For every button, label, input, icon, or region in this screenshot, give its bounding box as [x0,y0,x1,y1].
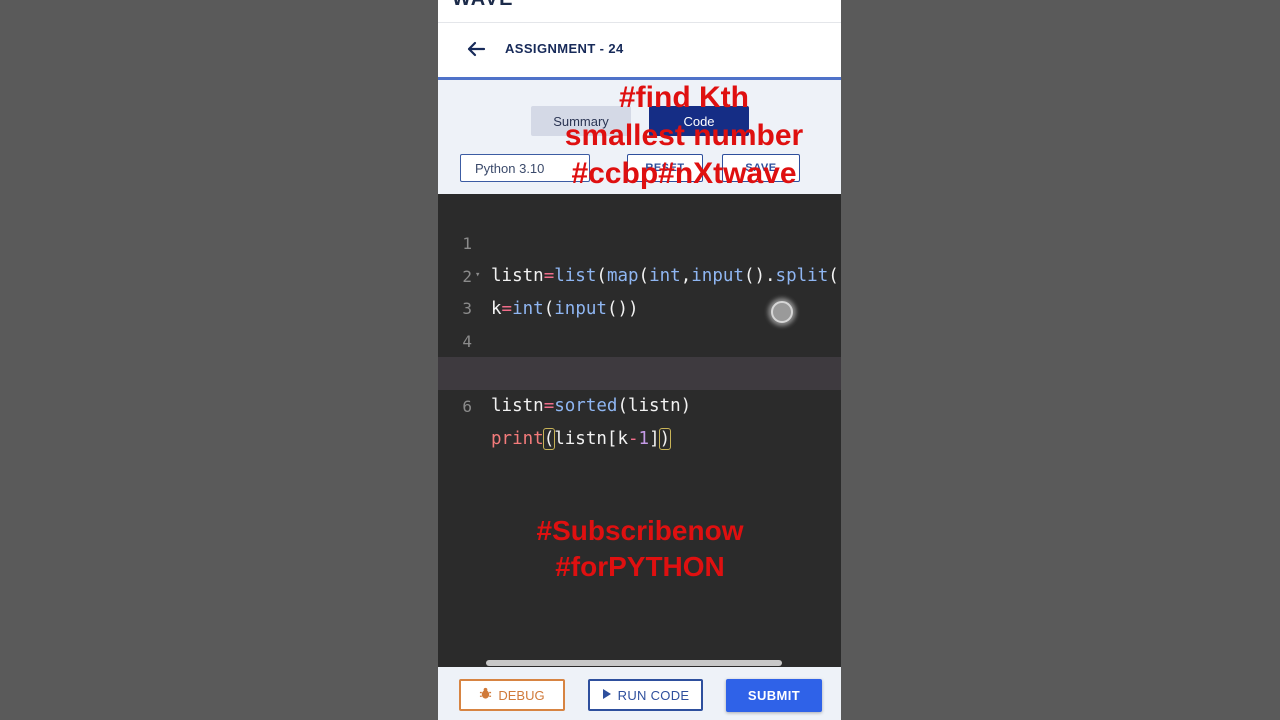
run-code-label: RUN CODE [617,687,690,703]
run-code-button[interactable]: RUN CODE [588,679,703,711]
right-backdrop [841,0,1280,720]
fold-arrow-icon[interactable]: ▾ [475,259,480,292]
debug-button[interactable]: DEBUG [459,679,565,711]
code-line-active[interactable]: 6 print(listn[k-1]) [438,357,841,450]
action-footer: DEBUG RUN CODE SUBMIT [438,667,841,720]
overlay-caption-top: #find Kth smallest number #ccbp#nXtwave [559,79,809,193]
debug-label: DEBUG [498,687,545,703]
brand-logo: WAVETM [452,0,524,11]
left-backdrop [0,0,438,720]
code-editor[interactable]: 1 listn=list(map(int,input().split( 2 k=… [438,194,841,667]
code-line[interactable]: 5 listn=sorted(listn) [438,324,841,416]
brand-bar: WAVETM [438,0,841,23]
arrow-left-icon[interactable] [464,37,488,61]
code-text[interactable]: listn=sorted(listn) [491,390,691,423]
overlay-line: smallest number [564,119,804,152]
overlay-line: #ccbp#nXtwave [571,157,797,190]
bug-icon [479,687,492,703]
overlay-caption-bottom: #Subscribenow #forPYTHON [520,513,760,585]
code-line[interactable]: 2 k=int(input()) [438,227,841,319]
play-icon [602,688,612,703]
code-text[interactable]: print(listn[k-1]) [491,423,672,456]
submit-button[interactable]: SUBMIT [726,679,822,712]
assignment-header: ASSIGNMENT - 24 [438,23,841,80]
code-line[interactable]: 3 ▾ for i in range(len(listn)): [438,259,841,384]
overlay-line: #forPYTHON [555,551,725,582]
horizontal-scrollbar[interactable] [486,660,782,666]
line-number: 6 [462,397,472,416]
code-line[interactable]: 1 listn=list(map(int,input().split( [438,194,841,286]
page-title: ASSIGNMENT - 24 [505,41,624,56]
overlay-line: #find Kth [619,81,749,114]
overlay-line: #Subscribenow [536,515,744,546]
touch-cursor [771,301,793,323]
